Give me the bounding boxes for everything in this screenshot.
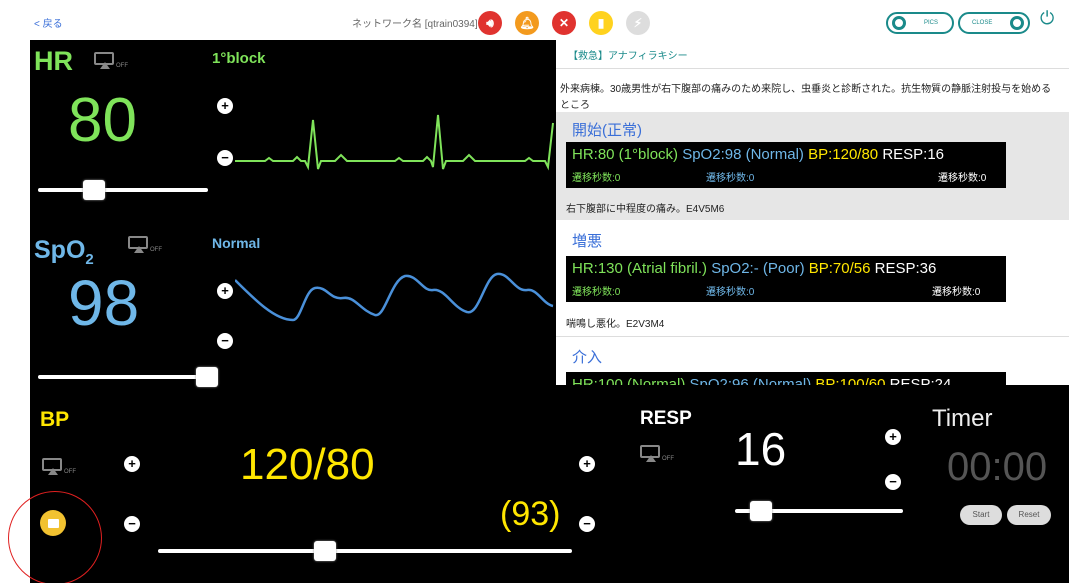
back-link[interactable]: < 戻る bbox=[34, 15, 63, 30]
stage-name: 増悪 bbox=[572, 233, 603, 250]
transition-spo2: 遷移秒数:0 bbox=[706, 173, 755, 184]
stage-vitals-box: HR:80 (1°block) SpO2:98 (Normal) BP:120/… bbox=[566, 142, 1006, 188]
spo2-waveform-label: Normal bbox=[212, 235, 261, 251]
power-icon[interactable]: ⏻ bbox=[1040, 8, 1054, 29]
pics-toggle-label: PICS bbox=[924, 20, 939, 26]
volume-icon: 🔊︎ bbox=[486, 15, 494, 30]
scenario-description-cont: ところ bbox=[560, 100, 590, 111]
bp-plus-icon-right[interactable]: + bbox=[579, 456, 595, 472]
network-name: ネットワーク名 [qtrain0394] bbox=[352, 19, 478, 30]
top-bar: < 戻る ネットワーク名 [qtrain0394] 🔊︎ 🔔︎ ✕ ▮ ⚡︎ P… bbox=[0, 0, 1069, 40]
bp-label: BP bbox=[40, 408, 70, 431]
spo2-slider-thumb[interactable] bbox=[196, 367, 218, 387]
stage-note: 喘鳴し悪化。E2V3M4 bbox=[566, 319, 665, 330]
spo2-value: 98 bbox=[68, 267, 140, 339]
timer-start-button[interactable]: Start bbox=[960, 505, 1002, 525]
spo2-cast-state: OFF bbox=[150, 247, 162, 253]
stage-name: 開始(正常) bbox=[572, 122, 642, 139]
hr-slider-thumb[interactable] bbox=[83, 180, 105, 200]
hr-cast-icon[interactable]: OFF bbox=[94, 52, 128, 70]
stage-vitals-box: HR:100 (Normal) SpO2:96 (Normal) BP:100/… bbox=[566, 372, 1006, 385]
hr-plus-icon[interactable]: + bbox=[217, 98, 233, 114]
hr-slider[interactable] bbox=[38, 180, 208, 200]
spo2-label: SpO2 bbox=[34, 236, 94, 268]
spo2-plus-icon[interactable]: + bbox=[217, 283, 233, 299]
spo2-pleth-waveform bbox=[235, 272, 554, 322]
hr-cast-state: OFF bbox=[116, 63, 128, 69]
timer-reset-button[interactable]: Reset bbox=[1007, 505, 1051, 525]
transition-spo2: 遷移秒数:0 bbox=[706, 287, 755, 298]
bell-icon: 🔔︎ bbox=[519, 16, 535, 30]
timer-label: Timer bbox=[932, 405, 993, 432]
divider bbox=[556, 68, 1069, 69]
transition-hr: 遷移秒数:0 bbox=[572, 287, 621, 298]
stage-vitals: HR:80 (1°block) SpO2:98 (Normal) BP:120/… bbox=[572, 146, 945, 163]
bp-minus-icon[interactable]: − bbox=[124, 516, 140, 532]
bp-slider-thumb[interactable] bbox=[314, 541, 336, 561]
transition-resp: 遷移秒数:0 bbox=[932, 287, 981, 298]
stage-card-start[interactable]: 開始(正常) HR:80 (1°block) SpO2:98 (Normal) … bbox=[556, 112, 1069, 220]
bp-cast-icon[interactable]: OFF bbox=[42, 458, 76, 476]
timer-value: 00:00 bbox=[947, 445, 1048, 489]
flash-button[interactable]: ⚡︎ bbox=[626, 11, 650, 35]
resp-cast-state: OFF bbox=[662, 456, 674, 462]
scenario-description: 外来病棟。30歳男性が右下腹部の痛みのため来院し、虫垂炎と診断された。抗生物質の… bbox=[560, 84, 1052, 95]
resp-slider-thumb[interactable] bbox=[750, 501, 772, 521]
bp-mean-value: (93) bbox=[500, 495, 561, 533]
bell-off-icon: ✕ bbox=[558, 16, 570, 30]
scenario-title: 【救急】アナフィラキシー bbox=[568, 51, 688, 62]
resp-cast-icon[interactable]: OFF bbox=[640, 445, 674, 463]
stage-card-worsen[interactable]: 増悪 HR:130 (Atrial fibril.) SpO2:- (Poor)… bbox=[556, 220, 1069, 338]
bp-plus-icon[interactable]: + bbox=[124, 456, 140, 472]
stage-name: 介入 bbox=[572, 349, 603, 366]
stage-vitals: HR:130 (Atrial fibril.) SpO2:- (Poor) BP… bbox=[572, 260, 937, 277]
hr-label: HR bbox=[34, 46, 73, 76]
resp-minus-icon[interactable]: − bbox=[885, 474, 901, 490]
hr-rhythm-label: 1°block bbox=[212, 50, 266, 67]
battery-button[interactable]: ▮ bbox=[589, 11, 613, 35]
stage-card-intervention[interactable]: 介入 HR:100 (Normal) SpO2:96 (Normal) BP:1… bbox=[556, 338, 1069, 385]
resp-plus-icon[interactable]: + bbox=[885, 429, 901, 445]
spo2-cast-icon[interactable]: OFF bbox=[128, 236, 162, 254]
close-toggle[interactable]: CLOSE bbox=[958, 12, 1030, 34]
resp-slider[interactable] bbox=[735, 501, 903, 521]
stage-note: 右下腹部に中程度の痛み。E4V5M6 bbox=[566, 204, 725, 215]
alarm-button[interactable]: 🔔︎ bbox=[515, 11, 539, 35]
resp-label: RESP bbox=[640, 408, 692, 429]
close-toggle-label: CLOSE bbox=[972, 20, 993, 26]
divider bbox=[556, 336, 1069, 337]
scenario-panel: 【救急】アナフィラキシー 外来病棟。30歳男性が右下腹部の痛みのため来院し、虫垂… bbox=[556, 40, 1069, 385]
battery-icon: ▮ bbox=[597, 16, 605, 30]
volume-button[interactable]: 🔊︎ bbox=[478, 11, 502, 35]
bp-minus-icon-right[interactable]: − bbox=[579, 516, 595, 532]
hr-minus-icon[interactable]: − bbox=[217, 150, 233, 166]
transition-hr: 遷移秒数:0 bbox=[572, 173, 621, 184]
transition-resp: 遷移秒数:0 bbox=[938, 173, 987, 184]
mute-alarm-button[interactable]: ✕ bbox=[552, 11, 576, 35]
pics-toggle[interactable]: PICS bbox=[886, 12, 954, 34]
hr-value: 80 bbox=[68, 86, 137, 155]
hr-ecg-waveform bbox=[235, 114, 554, 171]
resp-value: 16 bbox=[735, 423, 787, 475]
spo2-slider[interactable] bbox=[38, 367, 218, 387]
pics-toggle-knob bbox=[892, 16, 906, 30]
bp-value: 120/80 bbox=[240, 440, 375, 489]
flash-icon: ⚡︎ bbox=[633, 16, 643, 30]
highlight-circle bbox=[8, 491, 102, 583]
stage-vitals-box: HR:130 (Atrial fibril.) SpO2:- (Poor) BP… bbox=[566, 256, 1006, 302]
bp-cast-state: OFF bbox=[64, 469, 76, 475]
stage-vitals: HR:100 (Normal) SpO2:96 (Normal) BP:100/… bbox=[572, 376, 952, 385]
close-toggle-knob bbox=[1010, 16, 1025, 30]
bp-slider[interactable] bbox=[158, 541, 572, 561]
spo2-minus-icon[interactable]: − bbox=[217, 333, 233, 349]
